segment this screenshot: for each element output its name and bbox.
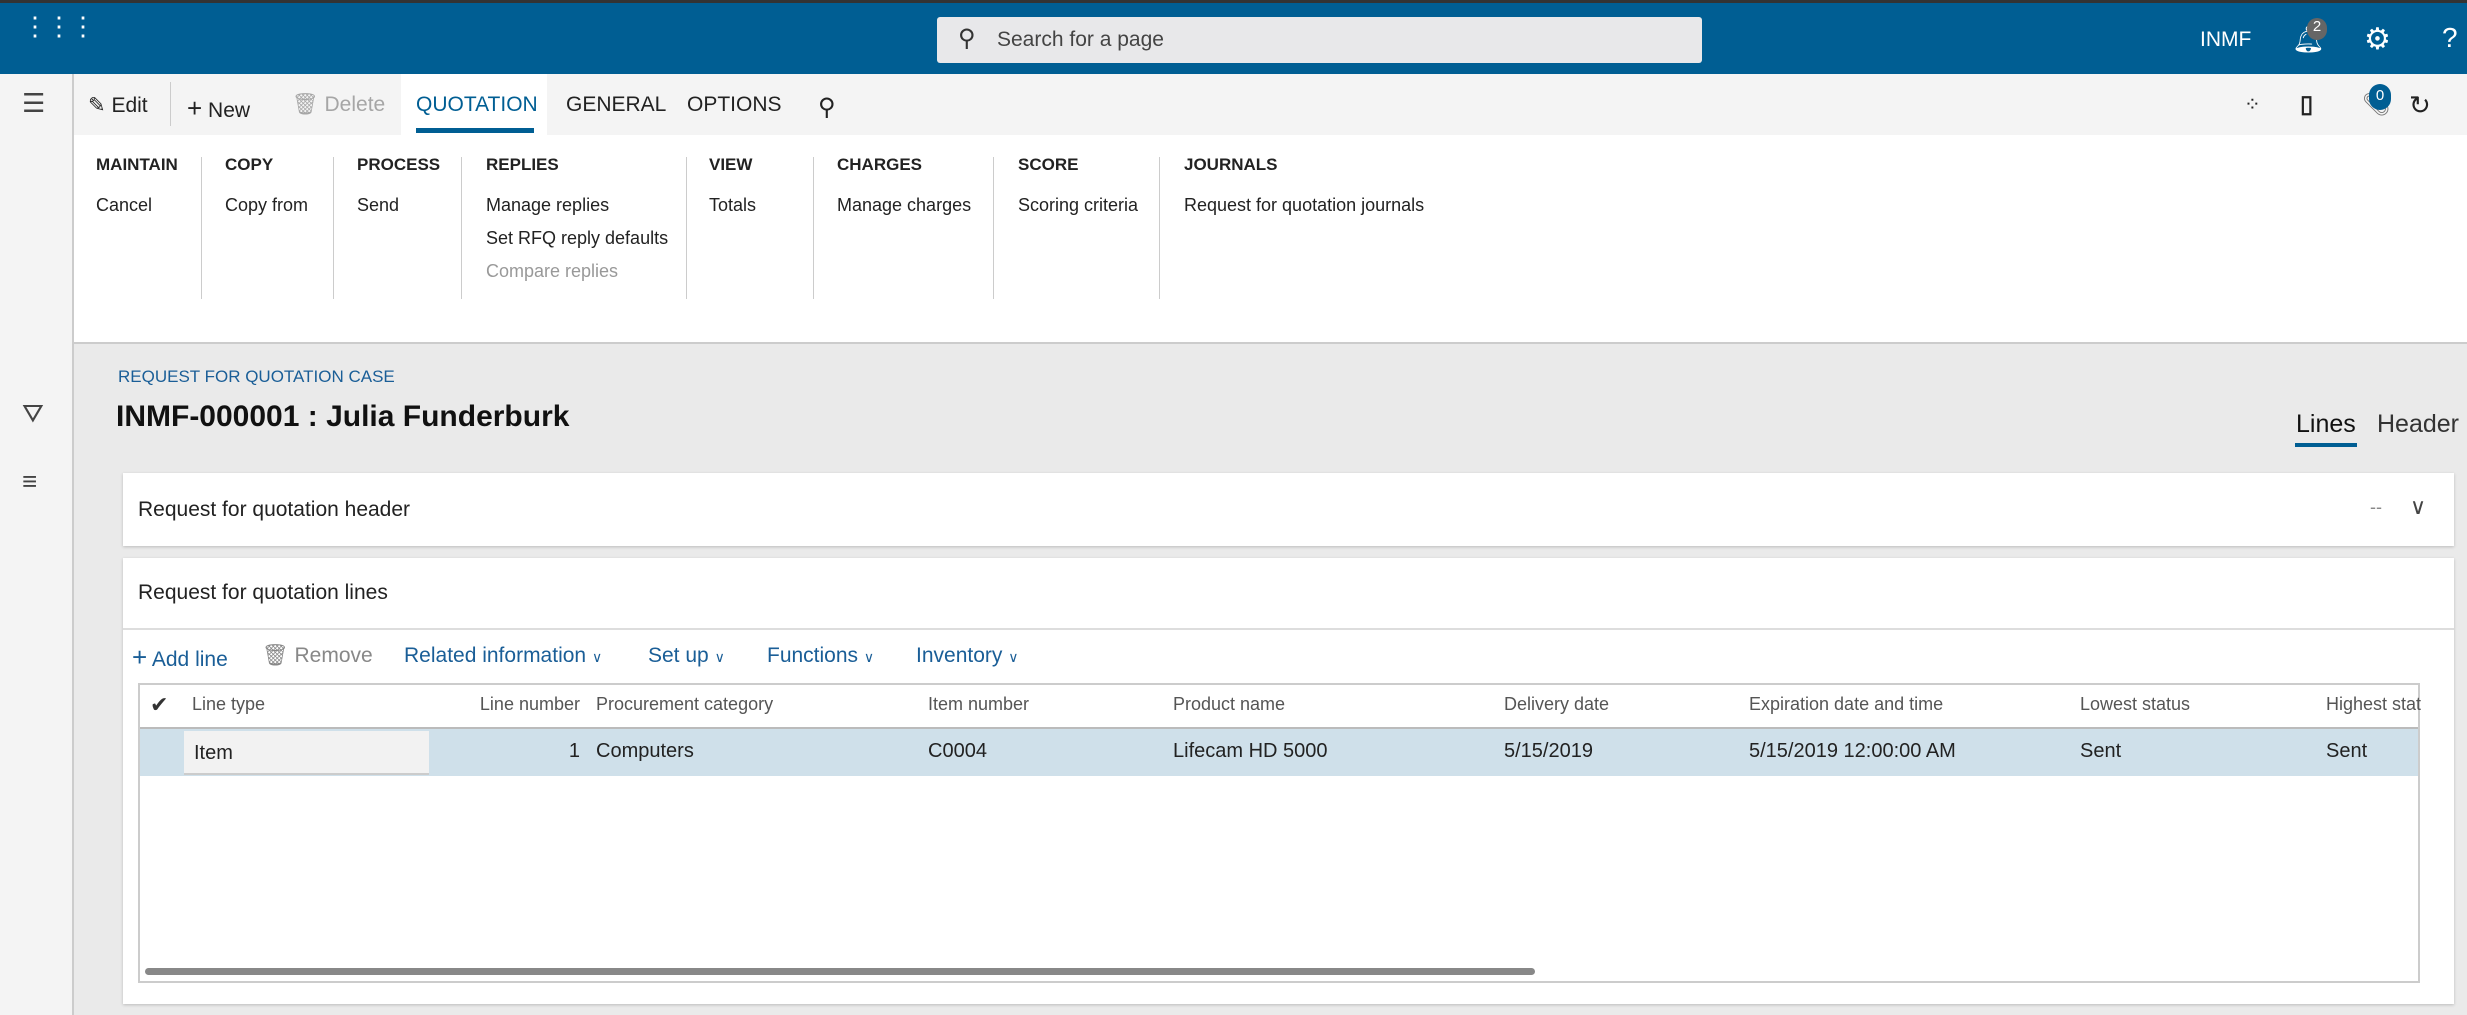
related-links-icon[interactable]: ≡ bbox=[22, 466, 37, 497]
ribbon-item[interactable]: Manage charges bbox=[837, 195, 971, 216]
delete-button[interactable]: 🗑︎ Delete bbox=[292, 93, 385, 117]
action-search-icon[interactable]: ⚲ bbox=[818, 93, 836, 122]
office-icon[interactable]: ▯ bbox=[2300, 90, 2313, 119]
tab-general[interactable]: GENERAL bbox=[566, 93, 666, 117]
notification-badge: 2 bbox=[2307, 18, 2327, 40]
table-cell: Sent bbox=[2080, 740, 2122, 762]
ribbon-separator bbox=[1159, 157, 1160, 299]
lines-section-title: Request for quotation lines bbox=[138, 581, 388, 604]
table-cell: Sent bbox=[2326, 740, 2368, 762]
left-rail bbox=[0, 74, 74, 1015]
refresh-icon[interactable]: ↻ bbox=[2409, 90, 2431, 121]
column-header[interactable]: Product name bbox=[1173, 694, 1285, 715]
edit-button[interactable]: ✎ Edit bbox=[88, 93, 148, 118]
ribbon-group-title: REPLIES bbox=[486, 155, 559, 174]
ribbon-item[interactable]: Manage replies bbox=[486, 195, 609, 216]
settings-gear-icon[interactable]: ⚙ bbox=[2364, 22, 2391, 57]
ribbon-group-title: SCORE bbox=[1018, 155, 1079, 174]
ribbon-item[interactable]: Copy from bbox=[225, 195, 308, 216]
table-cell: 1 bbox=[568, 740, 580, 762]
new-button[interactable]: + New bbox=[187, 93, 250, 124]
set-up-menu[interactable]: Set up ∨ bbox=[648, 644, 725, 668]
ribbon-separator bbox=[333, 157, 334, 299]
ribbon-separator bbox=[813, 157, 814, 299]
ribbon-separator bbox=[201, 157, 202, 299]
search-icon: ⚲ bbox=[958, 25, 976, 52]
search-input[interactable]: Search for a page bbox=[937, 17, 1702, 63]
table-cell: 5/15/2019 12:00:00 AM bbox=[1749, 740, 1956, 762]
ribbon-separator bbox=[993, 157, 994, 299]
ribbon-item[interactable]: Set RFQ reply defaults bbox=[486, 228, 668, 249]
ribbon-separator bbox=[461, 157, 462, 299]
header-section[interactable] bbox=[123, 473, 2454, 546]
column-header[interactable]: Lowest status bbox=[2080, 694, 2190, 715]
pencil-icon: ✎ bbox=[88, 94, 106, 117]
breadcrumb: REQUEST FOR QUOTATION CASE bbox=[118, 367, 395, 386]
ribbon-group-title: COPY bbox=[225, 155, 274, 174]
chevron-down-icon: ∨ bbox=[714, 649, 725, 665]
filter-icon[interactable]: ⛛ bbox=[22, 398, 44, 430]
app-launcher-icon[interactable]: ⋮⋮⋮ bbox=[22, 13, 96, 39]
column-header[interactable]: Line number bbox=[480, 694, 580, 715]
view-tab-underline bbox=[2295, 443, 2357, 447]
functions-menu[interactable]: Functions ∨ bbox=[767, 644, 874, 668]
header-section-title: Request for quotation header bbox=[138, 498, 411, 521]
ribbon-group-title: JOURNALS bbox=[1184, 155, 1278, 174]
chevron-down-icon: ∨ bbox=[591, 649, 603, 665]
column-header[interactable]: Expiration date and time bbox=[1749, 694, 1943, 715]
ribbon-group-title: CHARGES bbox=[837, 155, 923, 174]
table-cell: Item bbox=[194, 742, 233, 764]
select-all-checkbox[interactable]: ✔ bbox=[150, 692, 168, 718]
table-cell[interactable]: Computers bbox=[596, 740, 694, 763]
table-cell[interactable]: C0004 bbox=[928, 740, 987, 763]
chevron-down-icon: ∨ bbox=[1008, 649, 1019, 665]
column-header[interactable]: Delivery date bbox=[1504, 694, 1609, 715]
plus-icon: + bbox=[132, 642, 148, 672]
column-header[interactable]: Highest stat bbox=[2326, 694, 2421, 715]
ribbon-item[interactable]: Compare replies bbox=[486, 261, 618, 282]
power-apps-icon[interactable]: ⁘ bbox=[2244, 92, 2261, 117]
tab-options[interactable]: OPTIONS bbox=[687, 93, 782, 117]
remove-button[interactable]: 🗑︎ Remove bbox=[262, 644, 373, 668]
company-picker[interactable]: INMF bbox=[2200, 28, 2251, 52]
hamburger-menu-icon[interactable]: ☰ bbox=[22, 88, 45, 119]
header-summary: -- bbox=[2370, 497, 2382, 517]
ribbon-item[interactable]: Request for quotation journals bbox=[1184, 195, 1424, 216]
column-header[interactable]: Item number bbox=[928, 694, 1029, 715]
table-cell: Lifecam HD 5000 bbox=[1173, 740, 1328, 762]
ribbon-item[interactable]: Scoring criteria bbox=[1018, 195, 1138, 216]
attachments-badge: 0 bbox=[2369, 84, 2391, 110]
divider bbox=[170, 82, 171, 126]
horizontal-scrollbar[interactable] bbox=[145, 968, 1535, 975]
plus-icon: + bbox=[187, 93, 203, 123]
column-header[interactable]: Line type bbox=[192, 694, 265, 715]
divider bbox=[123, 628, 2454, 630]
view-tab-header[interactable]: Header bbox=[2377, 410, 2459, 439]
related-information-menu[interactable]: Related information ∨ bbox=[404, 644, 602, 668]
view-tab-lines[interactable]: Lines bbox=[2296, 410, 2356, 439]
add-line-button[interactable]: + Add line bbox=[132, 642, 228, 673]
ribbon-separator bbox=[686, 157, 687, 299]
ribbon-group-title: VIEW bbox=[709, 155, 753, 174]
ribbon-group-title: MAINTAIN bbox=[96, 155, 178, 174]
ribbon-item[interactable]: Cancel bbox=[96, 195, 152, 216]
tab-quotation[interactable]: QUOTATION bbox=[416, 93, 538, 117]
table-cell: 5/15/2019 bbox=[1504, 740, 1593, 762]
chevron-down-icon: ∨ bbox=[863, 649, 875, 665]
ribbon-item[interactable]: Send bbox=[357, 195, 399, 216]
ribbon-group-title: PROCESS bbox=[357, 155, 441, 174]
ribbon-item[interactable]: Totals bbox=[709, 195, 756, 216]
column-header[interactable]: Procurement category bbox=[596, 694, 773, 715]
inventory-menu[interactable]: Inventory ∨ bbox=[916, 644, 1018, 668]
help-icon[interactable]: ? bbox=[2442, 22, 2458, 54]
trash-icon: 🗑︎ bbox=[262, 644, 289, 667]
tab-underline bbox=[416, 128, 534, 133]
chevron-down-icon[interactable]: ∨ bbox=[2410, 494, 2426, 520]
trash-icon: 🗑︎ bbox=[292, 93, 319, 116]
page-title: INMF-000001 : Julia Funderburk bbox=[116, 400, 570, 433]
